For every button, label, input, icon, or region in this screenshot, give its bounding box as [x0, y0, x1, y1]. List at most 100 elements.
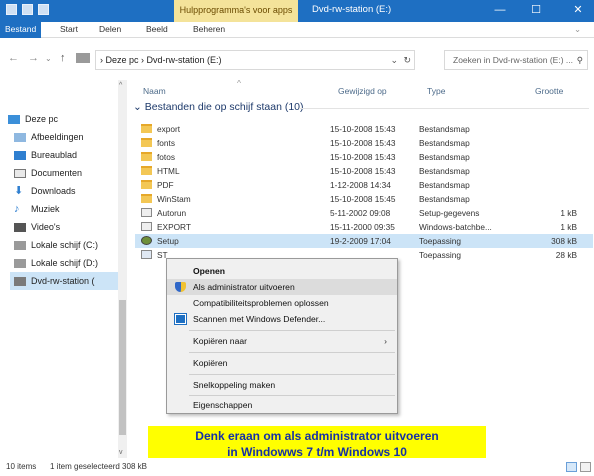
tab-manage[interactable]: Beheren: [193, 22, 225, 38]
menu-item-properties[interactable]: Eigenschappen: [167, 397, 397, 413]
scrollbar-thumb[interactable]: [119, 300, 126, 435]
details-view-icon[interactable]: [566, 462, 577, 472]
menu-item-copy[interactable]: Kopiëren: [167, 355, 397, 371]
address-bar[interactable]: › Deze pc › Dvd-rw-station (E:) ⌄ ↻: [95, 50, 415, 70]
address-path: › Deze pc › Dvd-rw-station (E:): [100, 55, 222, 65]
close-button[interactable]: ✕: [562, 0, 594, 22]
sidebar-item-downloads[interactable]: ⬇ Downloads: [14, 182, 76, 200]
batch-file-icon: [141, 222, 152, 231]
navigation-bar: ← → ⌄ ↑ › Deze pc › Dvd-rw-station (E:) …: [0, 38, 594, 80]
status-item-count: 10 items: [6, 462, 37, 471]
table-row[interactable]: WinStam 15-10-2008 15:45 Bestandsmap: [135, 192, 593, 206]
sort-arrow-icon: ^: [237, 78, 241, 88]
menu-item-run-as-admin[interactable]: Als administrator uitvoeren: [167, 279, 397, 295]
sidebar-item-documents[interactable]: Documenten: [14, 164, 82, 182]
table-row[interactable]: Autorun 5-11-2002 09:08 Setup-gegevens 1…: [135, 206, 593, 220]
window-title: Dvd-rw-station (E:): [312, 4, 392, 15]
group-collapse-icon[interactable]: ⌄: [133, 101, 142, 113]
folder-icon: [141, 166, 152, 175]
menu-item-troubleshoot-compatibility[interactable]: Compatibiliteitsproblemen oplossen: [167, 295, 397, 311]
music-icon: ♪: [14, 202, 20, 215]
table-row[interactable]: PDF 1-12-2008 14:34 Bestandsmap: [135, 178, 593, 192]
documents-icon: [14, 168, 26, 178]
refresh-icon[interactable]: ↻: [403, 51, 411, 69]
videos-icon: [14, 222, 26, 232]
banner-line-1: Denk eraan om als administrator uitvoere…: [195, 429, 439, 443]
address-dropdown-icon[interactable]: ⌄: [390, 51, 398, 69]
submenu-arrow-icon: ›: [384, 336, 387, 346]
status-bar: 10 items 1 item geselecteerd 308 kB: [0, 458, 594, 476]
context-menu: Openen Als administrator uitvoeren Compa…: [166, 258, 398, 414]
sidebar-item-dvd-drive[interactable]: Dvd-rw-station (: [10, 272, 118, 290]
scroll-down-icon[interactable]: v: [119, 449, 123, 456]
tab-home[interactable]: Start: [60, 22, 78, 38]
recent-chevron-icon[interactable]: ⌄: [45, 54, 52, 63]
group-header[interactable]: ⌄ Bestanden die op schijf staan (10): [133, 101, 304, 113]
search-placeholder: Zoeken in Dvd-rw-station (E:) ...: [453, 55, 573, 65]
table-row[interactable]: export 15-10-2008 15:43 Bestandsmap: [135, 122, 593, 136]
new-folder-icon[interactable]: [38, 4, 49, 15]
table-row[interactable]: fonts 15-10-2008 15:43 Bestandsmap: [135, 136, 593, 150]
tab-share[interactable]: Delen: [99, 22, 121, 38]
application-icon: [141, 250, 152, 259]
status-selection: 1 item geselecteerd 308 kB: [50, 462, 147, 471]
sidebar-item-pictures[interactable]: Afbeeldingen: [14, 128, 84, 146]
tab-view[interactable]: Beeld: [146, 22, 168, 38]
menu-item-create-shortcut[interactable]: Snelkoppeling maken: [167, 377, 397, 393]
large-icons-view-icon[interactable]: [580, 462, 591, 472]
pictures-icon: [14, 132, 26, 142]
table-row[interactable]: EXPORT 15-11-2000 09:35 Windows-batchbe.…: [135, 220, 593, 234]
table-row-selected[interactable]: Setup 19-2-2009 17:04 Toepassing 308 kB: [135, 234, 593, 248]
desktop-icon: [14, 150, 26, 160]
maximize-button[interactable]: ☐: [520, 0, 552, 22]
drive-icon: [14, 258, 26, 268]
column-header-name[interactable]: Naam: [143, 86, 166, 96]
sidebar-scrollbar[interactable]: ^ v: [118, 80, 127, 458]
folder-icon: [141, 180, 152, 189]
quick-access-toolbar: [6, 4, 49, 15]
search-input[interactable]: Zoeken in Dvd-rw-station (E:) ... ⚲: [444, 50, 588, 70]
sidebar-item-videos[interactable]: Video's: [14, 218, 60, 236]
sidebar-item-music[interactable]: ♪ Muziek: [14, 200, 60, 218]
table-row[interactable]: HTML 15-10-2008 15:43 Bestandsmap: [135, 164, 593, 178]
scroll-up-icon[interactable]: ^: [119, 82, 122, 89]
menu-item-copy-to[interactable]: Kopiëren naar ›: [167, 333, 397, 349]
setup-app-icon: [141, 236, 152, 245]
menu-separator: [189, 395, 395, 396]
menu-item-scan-defender[interactable]: Scannen met Windows Defender...: [167, 311, 397, 327]
group-divider: [299, 108, 589, 109]
sidebar-item-drive-c[interactable]: Lokale schijf (C:): [14, 236, 98, 254]
folder-icon: [141, 138, 152, 147]
menu-item-open[interactable]: Openen: [167, 263, 397, 279]
menu-separator: [189, 330, 395, 331]
dvd-drive-icon: [14, 276, 26, 286]
column-header-type[interactable]: Type: [427, 86, 445, 96]
folder-icon: [141, 152, 152, 161]
minimize-button[interactable]: —: [484, 0, 516, 22]
sidebar-item-this-pc[interactable]: Deze pc: [8, 110, 58, 128]
back-icon[interactable]: ←: [8, 52, 19, 64]
check-icon[interactable]: [22, 4, 33, 15]
settings-file-icon: [141, 208, 152, 217]
shield-icon: [175, 282, 186, 292]
navigation-pane: Deze pc Afbeeldingen Bureaublad Document…: [0, 80, 118, 458]
drive-icon: [14, 240, 26, 250]
properties-icon[interactable]: [6, 4, 17, 15]
table-row[interactable]: fotos 15-10-2008 15:43 Bestandsmap: [135, 150, 593, 164]
instruction-banner: Denk eraan om als administrator uitvoere…: [148, 426, 486, 462]
sidebar-item-desktop[interactable]: Bureaublad: [14, 146, 77, 164]
folder-icon: [141, 124, 152, 133]
search-icon: ⚲: [576, 55, 583, 65]
column-header-size[interactable]: Grootte: [535, 86, 563, 96]
column-header-modified[interactable]: Gewijzigd op: [338, 86, 387, 96]
up-icon[interactable]: ↑: [60, 52, 66, 64]
ribbon-tabs: Bestand Start Delen Beeld Beheren ⌄: [0, 22, 594, 38]
expand-ribbon-icon[interactable]: ⌄: [574, 22, 581, 38]
downloads-icon: ⬇: [14, 184, 24, 197]
folder-icon: [141, 194, 152, 203]
forward-icon[interactable]: →: [28, 52, 39, 64]
menu-separator: [189, 352, 395, 353]
tab-file[interactable]: Bestand: [0, 22, 42, 38]
defender-icon: [174, 313, 187, 325]
sidebar-item-drive-d[interactable]: Lokale schijf (D:): [14, 254, 98, 272]
